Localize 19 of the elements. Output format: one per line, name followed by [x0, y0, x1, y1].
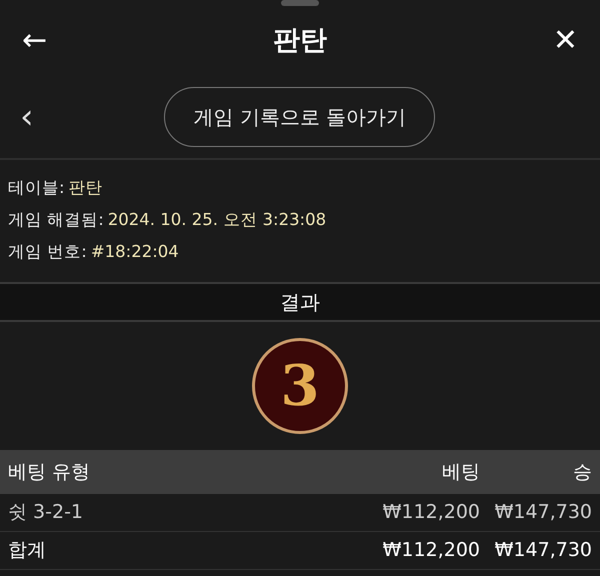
info-value: 2024. 10. 25. 오전 3:23:08 — [108, 210, 326, 229]
table-cell-text: ₩112,200 — [382, 500, 480, 526]
table-cell-text: ₩147,730 — [494, 500, 593, 526]
column-header: 베팅 — [441, 460, 480, 485]
info-label: 게임 번호: — [8, 242, 87, 261]
total-cell-text: ₩147,730 — [494, 538, 593, 564]
total-cell-text: ₩112,200 — [382, 538, 480, 564]
column-header: 승 — [572, 460, 593, 485]
info-label: 테이블: — [8, 178, 65, 197]
info-label: 게임 해결됨: — [8, 210, 104, 229]
info-value: 판탄 — [68, 178, 103, 197]
info-value: #18:22:04 — [90, 242, 179, 261]
total-cell-text: 합계 — [7, 538, 47, 564]
table-cell-text: 쉿 3-2-1 — [7, 500, 84, 526]
column-header: 베팅 유형 — [7, 460, 92, 485]
back-to-history-button[interactable]: 게임 기록으로 돌아가기 — [164, 87, 436, 147]
page-title: 판탄 — [273, 24, 327, 58]
result-heading: 결과 — [280, 289, 320, 316]
result-ball: 3 — [252, 338, 348, 434]
